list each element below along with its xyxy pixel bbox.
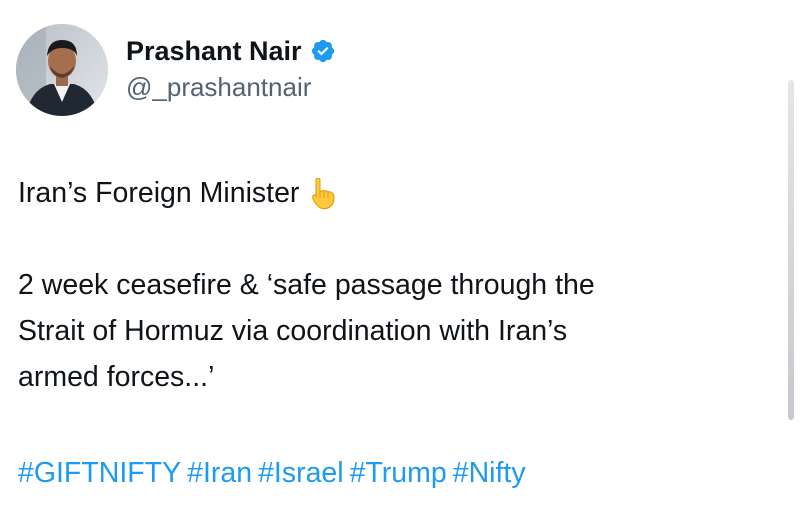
scrollbar[interactable] [788,80,794,420]
backhand-index-pointing-down-icon [309,178,335,210]
hashtag-link[interactable]: #Trump [350,457,447,489]
tweet-line-2: 2 week ceasefire & ‘safe passage through… [18,269,595,301]
hashtag-link[interactable]: #Iran [187,457,252,489]
profile-photo-icon [16,24,108,116]
tweet-line-1-text: Iran’s Foreign Minister [18,177,300,209]
author-name-row: Prashant Nair [126,34,336,68]
tweet-line-4: armed forces...’ [18,361,215,393]
verified-badge-icon [310,38,336,64]
hashtag-list: #GIFTNIFTY #Iran #Israel #Trump #Nifty [18,450,532,496]
hashtag-link[interactable]: #Nifty [453,457,526,489]
tweet-text: Iran’s Foreign Minister 2 week ceasefire… [18,170,778,400]
hashtag-link[interactable]: #GIFTNIFTY [18,457,181,489]
tweet-card: Prashant Nair @_prashantnair Iran’s Fore… [0,0,800,511]
tweet-line-1: Iran’s Foreign Minister [18,170,778,216]
author-display-name[interactable]: Prashant Nair [126,36,302,67]
hashtag-link[interactable]: #Israel [258,457,344,489]
follow-button-ghost [648,46,654,72]
author-avatar[interactable] [16,24,108,116]
author-handle[interactable]: @_prashantnair [126,72,311,103]
tweet-line-3: Strait of Hormuz via coordination with I… [18,315,568,347]
